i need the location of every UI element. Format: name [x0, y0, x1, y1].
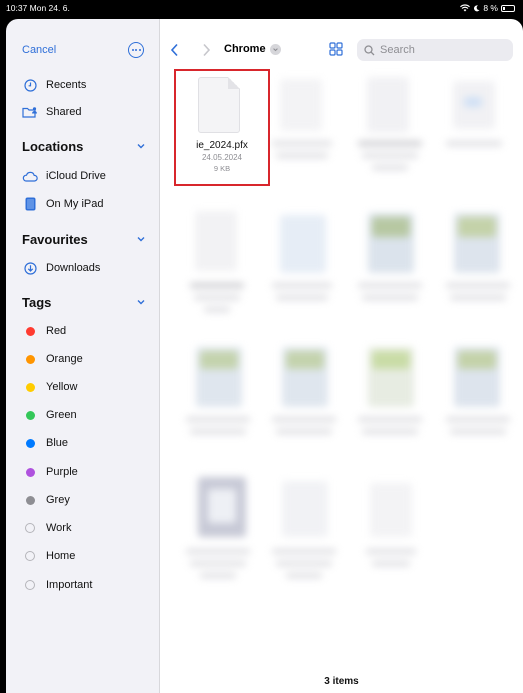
more-options-icon[interactable] — [128, 42, 144, 58]
sidebar-item-label: Shared — [46, 106, 82, 118]
purple-tag-dot-icon — [25, 467, 35, 477]
sidebar-item-label: On My iPad — [46, 198, 104, 210]
tag-item-home[interactable]: Home — [22, 546, 75, 566]
tag-item-important[interactable]: Important — [22, 575, 92, 595]
file-browser: Chrome Search ie_2024.pfx 24.05.2024 9 K… — [160, 19, 523, 693]
tag-item-purple[interactable]: Purple — [22, 462, 78, 482]
sidebar-item-label: Recents — [46, 79, 87, 91]
tag-label: Red — [46, 325, 67, 337]
sidebar-item-downloads[interactable]: Downloads — [22, 258, 100, 278]
file-name: ie_2024.pfx — [196, 140, 248, 151]
wifi-icon — [460, 4, 471, 12]
tag-item-red[interactable]: Red — [22, 321, 66, 341]
tag-label: Green — [46, 409, 77, 421]
tag-label: Orange — [46, 353, 83, 365]
tag-label: Grey — [46, 494, 70, 506]
shared-folder-icon — [22, 106, 38, 118]
tag-item-work[interactable]: Work — [22, 518, 71, 538]
tag-item-yellow[interactable]: Yellow — [22, 377, 77, 397]
tag-item-grey[interactable]: Grey — [22, 490, 70, 510]
status-time: 10:37 Mon 24. 6. — [6, 3, 70, 13]
sidebar-item-label: Downloads — [46, 262, 101, 274]
tag-item-blue[interactable]: Blue — [22, 433, 68, 453]
tag-label: Work — [46, 522, 72, 534]
tag-label: Yellow — [46, 381, 78, 393]
battery-icon — [501, 4, 515, 12]
battery-percent: 8 % — [483, 3, 498, 13]
tag-label: Blue — [46, 437, 69, 449]
sidebar: Cancel Recents Shared Locations iCloud D… — [6, 19, 160, 693]
tag-item-orange[interactable]: Orange — [22, 349, 83, 369]
ipad-icon — [22, 197, 38, 211]
sidebar-item-recents[interactable]: Recents — [22, 75, 86, 95]
tag-label: Home — [46, 550, 76, 562]
empty-tag-circle-icon — [25, 523, 35, 533]
file-size: 9 KB — [213, 164, 231, 173]
status-right: 8 % — [460, 3, 515, 13]
chevron-down-icon[interactable] — [136, 297, 146, 307]
cloud-icon — [22, 171, 38, 182]
empty-tag-circle-icon — [25, 580, 35, 590]
status-bar: 10:37 Mon 24. 6. 8 % — [0, 0, 523, 19]
moon-icon — [474, 4, 480, 11]
grey-tag-dot-icon — [25, 495, 35, 505]
document-icon[interactable] — [198, 77, 240, 133]
locations-header[interactable]: Locations — [22, 139, 83, 154]
chevron-down-icon[interactable] — [136, 141, 146, 151]
tags-header[interactable]: Tags — [22, 295, 51, 310]
favourites-header[interactable]: Favourites — [22, 232, 88, 247]
chevron-down-icon[interactable] — [136, 234, 146, 244]
blue-tag-dot-icon — [25, 438, 35, 448]
yellow-tag-dot-icon — [25, 382, 35, 392]
empty-tag-circle-icon — [25, 551, 35, 561]
orange-tag-dot-icon — [25, 354, 35, 364]
sidebar-item-icloud-drive[interactable]: iCloud Drive — [22, 166, 106, 186]
sidebar-item-label: iCloud Drive — [46, 170, 106, 182]
tag-item-green[interactable]: Green — [22, 405, 77, 425]
file-date: 24.05.2024 — [201, 153, 243, 162]
sidebar-item-shared[interactable]: Shared — [22, 102, 81, 122]
tag-label: Important — [46, 579, 93, 591]
tag-label: Purple — [46, 466, 78, 478]
cancel-button[interactable]: Cancel — [22, 44, 56, 56]
sidebar-item-on-my-ipad[interactable]: On My iPad — [22, 194, 103, 214]
items-count: 3 items — [324, 676, 359, 687]
green-tag-dot-icon — [25, 410, 35, 420]
download-circle-icon — [22, 261, 38, 275]
clock-icon — [22, 78, 38, 92]
red-tag-dot-icon — [25, 326, 35, 336]
